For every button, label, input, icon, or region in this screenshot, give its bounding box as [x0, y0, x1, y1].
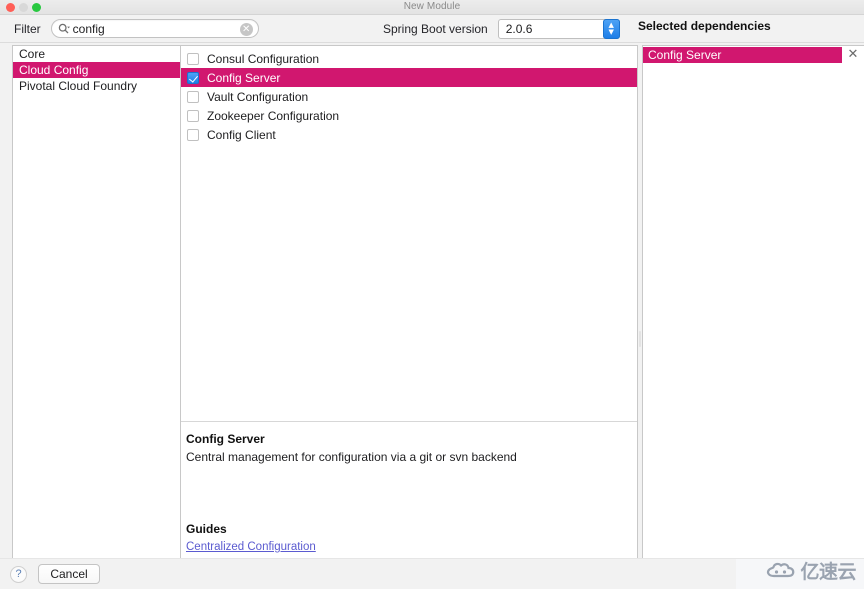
- selected-dependencies-heading: Selected dependencies: [638, 19, 771, 33]
- search-icon: [58, 23, 70, 35]
- category-item-cloud-config[interactable]: Cloud Config: [13, 62, 180, 78]
- dependency-list[interactable]: Consul Configuration Config Server Vault…: [181, 46, 637, 421]
- filter-label: Filter: [14, 21, 41, 36]
- selected-dependency-row[interactable]: Config Server ✕: [643, 47, 864, 63]
- dependency-label: Vault Configuration: [207, 89, 309, 104]
- stepper-down-icon: ▼: [608, 27, 614, 36]
- detail-title: Config Server: [186, 432, 265, 446]
- version-value: 2.0.6: [505, 21, 533, 36]
- version-select[interactable]: 2.0.6 ▲ ▼: [497, 18, 620, 39]
- dependency-row[interactable]: Zookeeper Configuration: [181, 106, 637, 125]
- detail-description: Central management for configuration via…: [186, 450, 517, 464]
- watermark-background: [736, 559, 864, 589]
- selected-dependency-label[interactable]: Config Server: [643, 47, 842, 63]
- dependency-detail-panel: Config Server Central management for con…: [181, 421, 637, 558]
- dependency-checkbox[interactable]: [187, 52, 199, 65]
- dependency-checkbox[interactable]: [187, 128, 199, 141]
- dependency-row[interactable]: Vault Configuration: [181, 87, 637, 106]
- dependency-row[interactable]: Consul Configuration: [181, 49, 637, 68]
- guides-heading: Guides: [186, 522, 227, 536]
- help-icon[interactable]: ?: [10, 565, 27, 583]
- dependency-checkbox[interactable]: [187, 71, 199, 84]
- dependency-label: Zookeeper Configuration: [207, 108, 340, 123]
- dependency-checkbox[interactable]: [187, 90, 199, 103]
- filter-toolbar: Filter config ✕ Spring Boot version 2.0.…: [0, 15, 864, 43]
- cancel-button[interactable]: Cancel: [38, 564, 100, 584]
- dependency-label: Config Client: [207, 127, 276, 142]
- search-value: config: [72, 21, 105, 36]
- version-label: Spring Boot version: [383, 21, 488, 36]
- dialog-body: Core Cloud Config Pivotal Cloud Foundry …: [0, 43, 864, 558]
- window-title: New Module: [403, 1, 461, 12]
- dependency-label: Config Server: [207, 70, 281, 85]
- version-stepper[interactable]: ▲ ▼: [602, 18, 620, 39]
- category-item-pivotal-cloud-foundry[interactable]: Pivotal Cloud Foundry: [13, 78, 180, 94]
- dependency-label: Consul Configuration: [207, 51, 320, 66]
- window-titlebar: New Module: [0, 0, 864, 15]
- dependency-row[interactable]: Config Server: [181, 68, 637, 87]
- guide-link-centralized-configuration[interactable]: Centralized Configuration: [186, 541, 316, 553]
- dependency-checkbox[interactable]: [187, 109, 199, 122]
- category-list[interactable]: Core Cloud Config Pivotal Cloud Foundry: [12, 45, 181, 558]
- category-item-core[interactable]: Core: [13, 46, 180, 62]
- version-group: Spring Boot version 2.0.6 ▲ ▼: [383, 18, 620, 39]
- remove-dependency-icon[interactable]: ✕: [842, 47, 864, 63]
- new-module-dialog: New Module Filter config ✕ Spring Boot v…: [0, 0, 864, 589]
- clear-search-icon[interactable]: ✕: [239, 23, 253, 36]
- selected-dependencies-panel: Config Server ✕: [642, 45, 864, 558]
- dependency-row[interactable]: Config Client: [181, 125, 637, 144]
- dialog-footer: ? Cancel Pr 亿速云: [0, 558, 864, 589]
- search-input[interactable]: config ✕: [50, 19, 259, 38]
- dependency-column: Consul Configuration Config Server Vault…: [181, 45, 638, 558]
